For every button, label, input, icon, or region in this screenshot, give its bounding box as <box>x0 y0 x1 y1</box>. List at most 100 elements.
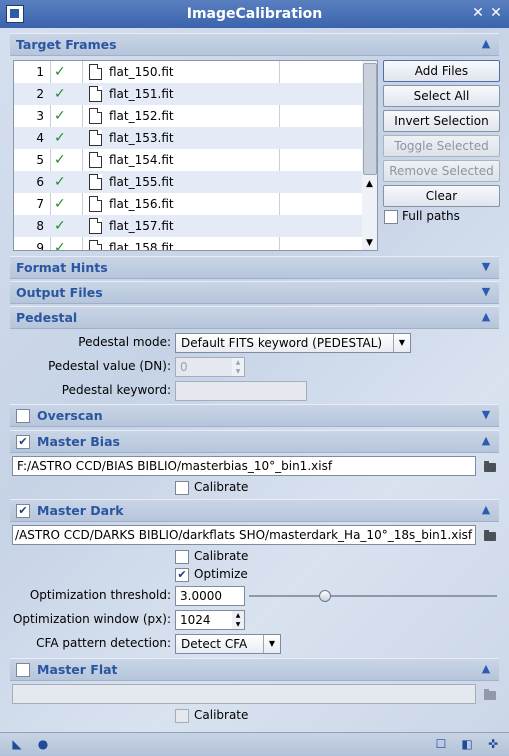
pedestal-mode-value: Default FITS keyword (PEDESTAL) <box>181 336 383 350</box>
master-dark-path: /ASTRO CCD/DARKS BIBLIO/darkflats SHO/ma… <box>15 528 473 542</box>
enabled-check-icon[interactable]: ✓ <box>54 240 66 250</box>
pedestal-value-label: Pedestal value (DN): <box>48 359 171 373</box>
section-output-files[interactable]: Output Files ▼ <box>10 281 499 304</box>
folder-icon[interactable] <box>484 461 496 472</box>
list-item[interactable]: 4 ✓ flat_153.fit <box>14 127 363 149</box>
section-master-dark[interactable]: ✔ Master Dark ▲ <box>10 499 499 522</box>
flat-calibrate-label: Calibrate <box>194 708 249 722</box>
enabled-check-icon[interactable]: ✓ <box>54 108 66 124</box>
list-item[interactable]: 9 ✓ flat_158.fit <box>14 237 363 251</box>
new-instance-icon[interactable]: ◣ <box>10 737 24 751</box>
list-item[interactable]: 2 ✓ flat_151.fit <box>14 83 363 105</box>
collapse-icon[interactable]: ▲ <box>479 503 493 517</box>
collapse-icon[interactable]: ▲ <box>479 310 493 324</box>
file-icon <box>89 196 102 212</box>
toggle-selected-button[interactable]: Toggle Selected <box>383 135 500 157</box>
pedestal-value-spinner[interactable]: ▲ ▼ <box>232 357 245 377</box>
row-number: 2 <box>36 87 44 101</box>
master-flat-checkbox[interactable] <box>16 663 30 677</box>
master-dark-path-field[interactable]: /ASTRO CCD/DARKS BIBLIO/darkflats SHO/ma… <box>12 525 476 545</box>
master-bias-path: F:/ASTRO CCD/BIAS BIBLIO/masterbias_10°_… <box>17 459 333 473</box>
expand-icon[interactable]: ▼ <box>479 285 493 299</box>
expand-icon[interactable]: ▼ <box>479 408 493 422</box>
apply-global-icon[interactable]: ● <box>36 737 50 751</box>
collapse-icon[interactable]: ▲ <box>479 434 493 448</box>
row-number: 7 <box>36 197 44 211</box>
folder-icon[interactable] <box>484 689 496 700</box>
list-item[interactable]: 8 ✓ flat_157.fit <box>14 215 363 237</box>
collapse-icon[interactable]: ▲ <box>479 37 493 51</box>
optimization-threshold-value: 3.0000 <box>180 589 222 603</box>
file-icon <box>89 64 102 80</box>
optimization-threshold-slider[interactable] <box>249 590 497 602</box>
enabled-check-icon[interactable]: ✓ <box>54 174 66 190</box>
list-item[interactable]: 7 ✓ flat_156.fit <box>14 193 363 215</box>
section-overscan[interactable]: Overscan ▼ <box>10 404 499 427</box>
enabled-check-icon[interactable]: ✓ <box>54 196 66 212</box>
file-name: flat_153.fit <box>109 131 174 145</box>
full-paths-checkbox[interactable] <box>384 210 398 224</box>
list-item[interactable]: 3 ✓ flat_152.fit <box>14 105 363 127</box>
list-item[interactable]: 1 ✓ flat_150.fit <box>14 61 363 83</box>
row-number: 5 <box>36 153 44 167</box>
enabled-check-icon[interactable]: ✓ <box>54 218 66 234</box>
pedestal-value-field[interactable]: 0 <box>175 357 233 377</box>
enabled-check-icon[interactable]: ✓ <box>54 152 66 168</box>
list-item[interactable]: 6 ✓ flat_155.fit <box>14 171 363 193</box>
select-all-button[interactable]: Select All <box>383 85 500 107</box>
chevron-down-icon: ▼ <box>263 635 280 653</box>
expand-icon[interactable]: ▼ <box>479 260 493 274</box>
row-number: 9 <box>36 241 44 251</box>
scroll-down-icon[interactable]: ▼ <box>362 238 377 248</box>
master-flat-path-field[interactable] <box>12 684 476 704</box>
section-format-hints[interactable]: Format Hints ▼ <box>10 256 499 279</box>
add-files-button[interactable]: Add Files <box>383 60 500 82</box>
pedestal-mode-select[interactable]: Default FITS keyword (PEDESTAL) ▼ <box>175 333 411 353</box>
optimization-threshold-field[interactable]: 3.0000 <box>175 586 245 606</box>
close-icon[interactable]: ✕ <box>470 5 486 21</box>
section-master-bias[interactable]: ✔ Master Bias ▲ <box>10 430 499 453</box>
enabled-check-icon[interactable]: ✓ <box>54 86 66 102</box>
enabled-check-icon[interactable]: ✓ <box>54 64 66 80</box>
invert-selection-button[interactable]: Invert Selection <box>383 110 500 132</box>
section-target-frames[interactable]: Target Frames ▲ <box>10 33 499 56</box>
list-scrollbar[interactable]: ▲ ▼ <box>362 60 378 251</box>
scrollbar-thumb[interactable] <box>363 63 377 175</box>
close-window-icon[interactable]: ✕ <box>488 5 504 21</box>
master-bias-path-field[interactable]: F:/ASTRO CCD/BIAS BIBLIO/masterbias_10°_… <box>12 456 476 476</box>
edit-instance-icon[interactable]: ◧ <box>460 737 474 751</box>
remove-selected-button[interactable]: Remove Selected <box>383 160 500 182</box>
file-name: flat_154.fit <box>109 153 174 167</box>
file-icon <box>89 86 102 102</box>
master-bias-checkbox[interactable]: ✔ <box>16 435 30 449</box>
file-icon <box>89 152 102 168</box>
pedestal-keyword-field[interactable] <box>175 381 307 401</box>
section-title: Master Flat <box>37 662 118 677</box>
row-number: 8 <box>36 219 44 233</box>
enabled-check-icon[interactable]: ✓ <box>54 130 66 146</box>
dark-calibrate-checkbox[interactable] <box>175 550 189 564</box>
folder-icon[interactable] <box>484 530 496 541</box>
section-master-flat[interactable]: Master Flat ▲ <box>10 658 499 681</box>
title-bar[interactable]: ImageCalibration ✕ ✕ <box>0 0 509 28</box>
section-pedestal[interactable]: Pedestal ▲ <box>10 306 499 329</box>
section-title: Output Files <box>16 285 103 300</box>
slider-handle[interactable] <box>319 590 331 602</box>
list-item[interactable]: 5 ✓ flat_154.fit <box>14 149 363 171</box>
optimize-checkbox[interactable]: ✔ <box>175 568 189 582</box>
flat-calibrate-checkbox[interactable] <box>175 709 189 723</box>
clear-button[interactable]: Clear <box>383 185 500 207</box>
optimization-threshold-label: Optimization threshold: <box>29 588 171 602</box>
browse-documentation-icon[interactable]: ☐ <box>434 737 448 751</box>
overscan-checkbox[interactable] <box>16 409 30 423</box>
cfa-detection-label: CFA pattern detection: <box>36 636 171 650</box>
optimization-window-field[interactable]: 1024 <box>175 610 233 630</box>
reset-icon[interactable]: ✜ <box>486 737 500 751</box>
scroll-up-icon[interactable]: ▲ <box>362 179 377 189</box>
cfa-detection-select[interactable]: Detect CFA ▼ <box>175 634 281 654</box>
optimization-window-spinner[interactable]: ▲ ▼ <box>232 610 245 630</box>
collapse-icon[interactable]: ▲ <box>479 662 493 676</box>
bias-calibrate-checkbox[interactable] <box>175 481 189 495</box>
target-files-list[interactable]: 1 ✓ flat_150.fit 2 ✓ flat_151.fit 3 ✓ flat_152… <box>13 60 364 251</box>
master-dark-checkbox[interactable]: ✔ <box>16 504 30 518</box>
